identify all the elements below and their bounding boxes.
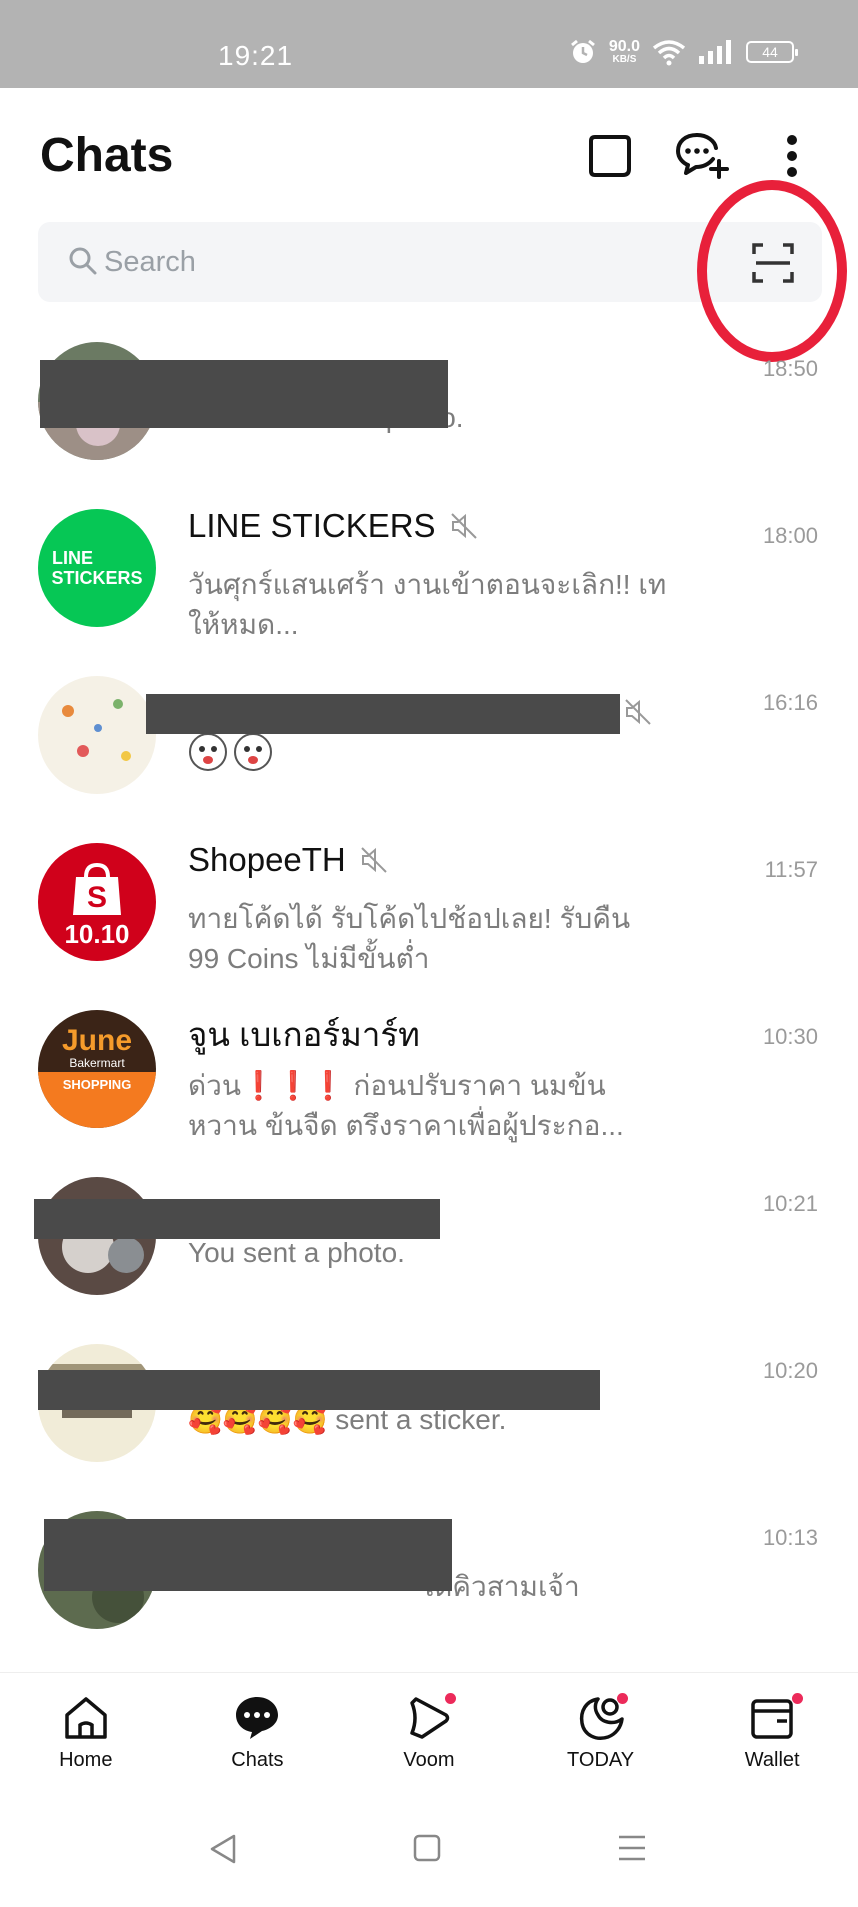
avatar-text: LINE bbox=[52, 548, 94, 568]
chat-row[interactable]: S 10.10 ShopeeTH ทายโค้ดได้ รับโค้ดไปช้อ… bbox=[0, 837, 858, 1004]
chat-preview: ได้คิวสามเจ้า bbox=[420, 1571, 580, 1602]
chat-name-text: LINE STICKERS bbox=[188, 507, 436, 544]
bottom-navigation: Home Chats Voom TODAY Wallet bbox=[0, 1672, 858, 1782]
chat-row[interactable]: BaiBoon sent a photo. 18:50 bbox=[0, 336, 858, 503]
square-chat-icon bbox=[589, 135, 631, 177]
tab-label: Wallet bbox=[744, 1749, 800, 1771]
chat-time: 18:50 bbox=[762, 356, 818, 381]
tab-label: TODAY bbox=[567, 1749, 635, 1771]
chat-name-text: ShopeeTH bbox=[188, 841, 346, 878]
alarm-icon bbox=[570, 39, 595, 63]
tab-wallet[interactable]: Wallet bbox=[686, 1673, 858, 1782]
edit-chats-button[interactable] bbox=[580, 126, 640, 186]
chat-row[interactable]: 🥰🥰🥰🥰 sent a sticker. 10:20 bbox=[0, 1338, 858, 1505]
tab-home[interactable]: Home bbox=[0, 1673, 172, 1782]
tab-voom[interactable]: Voom bbox=[343, 1673, 515, 1782]
chat-list: BaiBoon sent a photo. 18:50 LINE STICKER… bbox=[0, 336, 858, 1672]
chat-time: 10:13 bbox=[762, 1525, 818, 1550]
chat-preview: You sent a photo. bbox=[188, 1237, 405, 1268]
chat-time: 10:21 bbox=[762, 1191, 818, 1216]
system-navigation bbox=[0, 1815, 858, 1895]
home-square-icon[interactable] bbox=[412, 1833, 442, 1863]
svg-text:S: S bbox=[87, 881, 107, 914]
chat-name: ShopeeTH bbox=[188, 841, 388, 879]
tab-label: Voom bbox=[403, 1749, 455, 1771]
avatar-text: SHOPPING bbox=[38, 1072, 156, 1128]
chat-row[interactable]: LINE STICKERS LINE STICKERS วันศุกร์แสนเ… bbox=[0, 503, 858, 670]
search-icon bbox=[69, 247, 97, 275]
chat-time: 10:30 bbox=[762, 1024, 818, 1049]
search-bar bbox=[38, 222, 822, 302]
mute-icon bbox=[450, 513, 477, 539]
chat-time: 16:16 bbox=[762, 690, 818, 715]
chat-plus-icon bbox=[676, 133, 729, 179]
battery-level: 44 bbox=[762, 44, 778, 60]
redaction-box bbox=[40, 360, 448, 428]
status-icons: 90.0 KB/S 44 bbox=[569, 38, 798, 66]
redaction-box bbox=[146, 694, 620, 734]
redaction-box bbox=[38, 1370, 600, 1410]
chat-name: จูน เบเกอร์มาร์ท bbox=[188, 1016, 420, 1053]
wallet-icon bbox=[751, 1699, 793, 1739]
notification-dot bbox=[792, 1693, 804, 1704]
signal-icon bbox=[699, 40, 731, 64]
avatar: LINE STICKERS bbox=[38, 509, 156, 627]
avatar-text: STICKERS bbox=[51, 568, 143, 588]
chats-icon bbox=[236, 1697, 279, 1739]
chat-row[interactable]: 16:16 bbox=[0, 670, 858, 837]
avatar bbox=[38, 676, 156, 794]
avatar: S 10.10 bbox=[38, 843, 156, 961]
search-input[interactable] bbox=[104, 236, 704, 288]
page-title: Chats bbox=[40, 129, 174, 182]
avatar-text: June bbox=[61, 1024, 133, 1057]
avatar: June Bakermart SHOPPING bbox=[38, 1010, 156, 1128]
more-vertical-icon bbox=[787, 135, 797, 177]
chat-time: 18:00 bbox=[762, 523, 818, 548]
tab-label: Chats bbox=[231, 1749, 284, 1771]
battery-icon: 44 bbox=[746, 41, 798, 63]
redaction-box bbox=[34, 1199, 440, 1239]
avatar-text: 10.10 bbox=[64, 919, 130, 949]
avatar-text: Bakermart bbox=[69, 1056, 125, 1070]
tab-label: Home bbox=[59, 1749, 113, 1771]
mute-icon bbox=[361, 847, 387, 873]
tab-today[interactable]: TODAY bbox=[515, 1673, 687, 1782]
tab-chats[interactable]: Chats bbox=[172, 1673, 344, 1782]
sticker-emoji-icon bbox=[189, 733, 272, 771]
new-chat-button[interactable] bbox=[672, 126, 732, 186]
network-speed: 90.0 KB/S bbox=[609, 39, 640, 65]
status-bar: 19:21 90.0 KB/S 44 bbox=[0, 0, 858, 88]
status-time: 19:21 bbox=[218, 40, 294, 71]
scan-icon bbox=[752, 243, 794, 283]
redaction-box bbox=[44, 1519, 452, 1591]
notification-dot bbox=[616, 1693, 628, 1704]
chat-time: 10:20 bbox=[762, 1358, 818, 1383]
chat-preview bbox=[188, 732, 668, 783]
chat-preview: ด่วน❗❗❗ ก่อนปรับราคา นมข้นหวาน ข้นจืด ตร… bbox=[188, 1070, 624, 1141]
back-icon[interactable] bbox=[208, 1833, 238, 1865]
network-speed-unit: KB/S bbox=[612, 54, 637, 65]
app-header: Chats bbox=[0, 88, 858, 218]
chat-row[interactable]: ได้คิวสามเจ้า 10:13 bbox=[0, 1505, 858, 1672]
home-icon bbox=[65, 1697, 107, 1739]
notification-dot bbox=[445, 1693, 457, 1704]
chat-time: 11:57 bbox=[764, 857, 818, 882]
network-speed-value: 90.0 bbox=[608, 38, 640, 55]
recents-menu-icon[interactable] bbox=[616, 1833, 648, 1863]
chat-preview: วันศุกร์แสนเศร้า งานเข้าตอนจะเลิก!! เทให… bbox=[188, 569, 667, 640]
wifi-icon bbox=[652, 40, 686, 66]
chat-name: LINE STICKERS bbox=[188, 507, 478, 545]
chat-row[interactable]: You sent a photo. 10:21 bbox=[0, 1171, 858, 1338]
chat-row[interactable]: June Bakermart SHOPPING จูน เบเกอร์มาร์ท… bbox=[0, 1004, 858, 1171]
mute-icon bbox=[625, 699, 651, 725]
chat-preview: ทายโค้ดได้ รับโค้ดไปช้อปเลย! รับคืน 99 C… bbox=[188, 903, 631, 974]
more-options-button[interactable] bbox=[762, 126, 822, 186]
qr-scan-button[interactable] bbox=[750, 240, 796, 286]
